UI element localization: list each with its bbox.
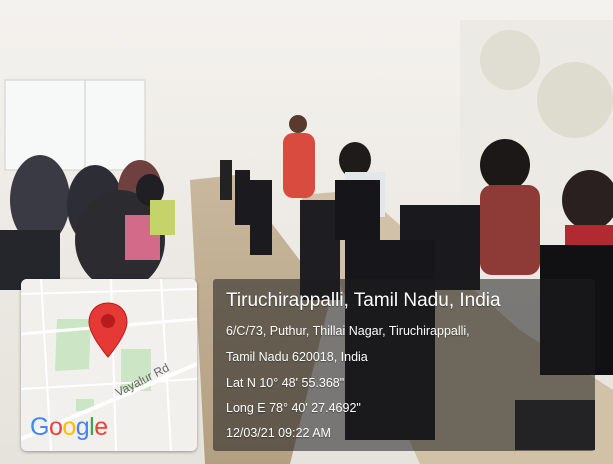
location-title: Tiruchirappalli, Tamil Nadu, India [226, 290, 501, 311]
google-logo-letter: g [75, 413, 90, 441]
map-thumbnail: Vayalur Rd Google [21, 279, 197, 451]
google-logo-letter: G [30, 413, 49, 441]
longitude-text: Long E 78° 40' 27.4692" [226, 401, 361, 415]
address-line-2: Tamil Nadu 620018, India [226, 350, 368, 364]
location-pin-icon [88, 302, 128, 358]
timestamp-text: 12/03/21 09:22 AM [226, 426, 331, 440]
address-line-1: 6/C/73, Puthur, Thillai Nagar, Tiruchira… [226, 324, 470, 338]
google-logo-letter: e [94, 413, 108, 441]
google-logo: Google [30, 413, 108, 442]
latitude-text: Lat N 10° 48' 55.368" [226, 376, 345, 390]
google-logo-letter: o [48, 413, 63, 441]
google-logo-letter: o [62, 413, 76, 441]
